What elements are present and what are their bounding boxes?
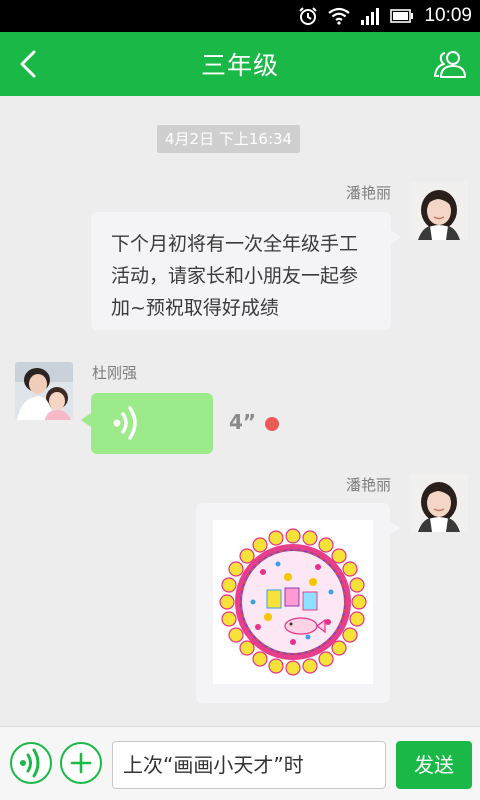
page-title: 三年级: [200, 51, 279, 80]
sender-name: 潘艳丽: [345, 476, 391, 494]
chat-area[interactable]: 4月2日 下上16:34 潘艳丽 下个月初将有一次全年级手工活动，请家长和小朋友…: [0, 96, 480, 726]
sender-name: 杜刚强: [92, 364, 138, 382]
message-text: 下个月初将有一次全年级手工活动，请家长和小朋友一起参加~预祝取得好成绩: [111, 233, 359, 319]
add-attachment-button[interactable]: [60, 742, 102, 784]
voice-icon: [20, 748, 40, 778]
chat-header: 三年级: [0, 32, 480, 96]
voice-duration: 4”: [229, 410, 257, 434]
voice-message-bubble[interactable]: [81, 393, 213, 454]
status-bar: 10:09: [0, 0, 480, 32]
back-button[interactable]: [10, 46, 46, 82]
group-members-button[interactable]: [432, 46, 468, 82]
avatar[interactable]: [410, 182, 468, 240]
send-button[interactable]: 发送: [396, 741, 472, 789]
input-bar: 上次“画画小天才”时 发送: [0, 726, 480, 800]
wifi-icon: [328, 7, 351, 25]
unread-dot: [265, 417, 279, 431]
avatar[interactable]: [410, 474, 468, 532]
status-time: 10:09: [424, 5, 472, 26]
plus-icon: [70, 752, 92, 774]
child-drawing-image[interactable]: [213, 520, 373, 684]
battery-icon: [390, 9, 414, 23]
voice-input-button[interactable]: [10, 742, 52, 784]
alarm-icon: [298, 6, 318, 26]
message-input[interactable]: 上次“画画小天才”时: [112, 741, 386, 789]
message-timestamp: 4月2日 下上16:34: [157, 125, 301, 153]
image-message-bubble[interactable]: [196, 503, 400, 703]
chevron-left-icon: [20, 50, 36, 78]
voice-wave-icon: [113, 406, 137, 440]
group-members-icon: [434, 51, 466, 78]
text-message-bubble[interactable]: 下个月初将有一次全年级手工活动，请家长和小朋友一起参加~预祝取得好成绩: [91, 212, 401, 330]
signal-icon: [360, 7, 380, 25]
sender-name: 潘艳丽: [345, 184, 391, 202]
avatar[interactable]: [15, 362, 73, 420]
